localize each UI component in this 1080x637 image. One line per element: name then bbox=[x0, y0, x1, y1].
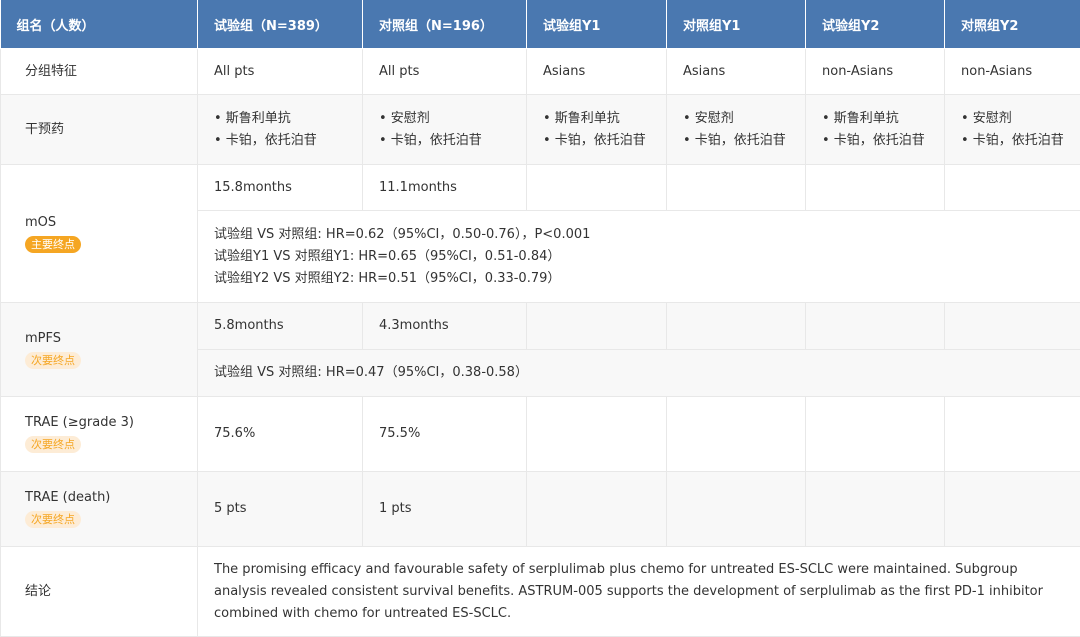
mpfs-label: mPFS bbox=[25, 328, 197, 350]
table-row-feature: 分组特征 All pts All pts Asians Asians non-A… bbox=[1, 49, 1080, 95]
conclusion-text: The promising efficacy and favourable sa… bbox=[198, 547, 1080, 637]
header-exp: 试验组（N=389） bbox=[198, 0, 363, 49]
cell bbox=[945, 397, 1080, 472]
row-label-trae3: TRAE (≥grade 3) 次要终点 bbox=[1, 397, 198, 472]
primary-endpoint-badge: 主要终点 bbox=[25, 236, 81, 253]
drug-line: • 安慰剂 bbox=[379, 108, 526, 130]
row-label-conclusion: 结论 bbox=[1, 547, 198, 637]
header-row: 组名（人数） 试验组（N=389） 对照组（N=196） 试验组Y1 对照组Y1… bbox=[1, 0, 1080, 49]
cell bbox=[527, 303, 667, 350]
header-ctl-y1: 对照组Y1 bbox=[667, 0, 806, 49]
cell bbox=[527, 165, 667, 211]
cell: 4.3months bbox=[363, 303, 527, 350]
cell: 75.6% bbox=[198, 397, 363, 472]
header-ctl: 对照组（N=196） bbox=[363, 0, 527, 49]
drug-line: • 安慰剂 bbox=[683, 108, 805, 130]
cell bbox=[806, 303, 945, 350]
cell: • 斯鲁利单抗• 卡铂，依托泊苷 bbox=[198, 95, 363, 165]
table-row-conclusion: 结论 The promising efficacy and favourable… bbox=[1, 547, 1080, 637]
cell bbox=[806, 165, 945, 211]
row-label-intervention: 干预药 bbox=[1, 95, 198, 165]
header-group-name: 组名（人数） bbox=[1, 0, 198, 49]
cell: 11.1months bbox=[363, 165, 527, 211]
cell bbox=[945, 165, 1080, 211]
cell bbox=[667, 472, 806, 547]
hr-note: 试验组Y2 VS 对照组Y2: HR=0.51（95%CI，0.33-0.79） bbox=[214, 268, 1080, 290]
table-row-trae3: TRAE (≥grade 3) 次要终点 75.6% 75.5% bbox=[1, 397, 1080, 472]
cell bbox=[527, 472, 667, 547]
drug-line: • 卡铂，依托泊苷 bbox=[379, 130, 526, 152]
row-label-mpfs: mPFS 次要终点 bbox=[1, 303, 198, 397]
cell: non-Asians bbox=[806, 49, 945, 95]
header-exp-y2: 试验组Y2 bbox=[806, 0, 945, 49]
cell: • 斯鲁利单抗• 卡铂，依托泊苷 bbox=[806, 95, 945, 165]
row-label-trae-death: TRAE (death) 次要终点 bbox=[1, 472, 198, 547]
cell: 75.5% bbox=[363, 397, 527, 472]
drug-line: • 斯鲁利单抗 bbox=[543, 108, 666, 130]
table-row-trae-death: TRAE (death) 次要终点 5 pts 1 pts bbox=[1, 472, 1080, 547]
header-ctl-y2: 对照组Y2 bbox=[945, 0, 1080, 49]
row-label-mos: mOS 主要终点 bbox=[1, 165, 198, 303]
secondary-endpoint-badge: 次要终点 bbox=[25, 511, 81, 528]
cell: • 安慰剂• 卡铂，依托泊苷 bbox=[945, 95, 1080, 165]
drug-line: • 安慰剂 bbox=[961, 108, 1080, 130]
cell: 15.8months bbox=[198, 165, 363, 211]
secondary-endpoint-badge: 次要终点 bbox=[25, 436, 81, 453]
cell bbox=[945, 303, 1080, 350]
cell: • 安慰剂• 卡铂，依托泊苷 bbox=[667, 95, 806, 165]
cell: 5 pts bbox=[198, 472, 363, 547]
cell: Asians bbox=[527, 49, 667, 95]
cell bbox=[806, 472, 945, 547]
cell bbox=[667, 303, 806, 350]
hr-note: 试验组Y1 VS 对照组Y1: HR=0.65（95%CI，0.51-0.84） bbox=[214, 246, 1080, 268]
table-row-mpfs: mPFS 次要终点 5.8months 4.3months bbox=[1, 303, 1080, 350]
drug-line: • 斯鲁利单抗 bbox=[214, 108, 362, 130]
row-label-feature: 分组特征 bbox=[1, 49, 198, 95]
table-row-intervention: 干预药 • 斯鲁利单抗• 卡铂，依托泊苷 • 安慰剂• 卡铂，依托泊苷 • 斯鲁… bbox=[1, 95, 1080, 165]
cell bbox=[806, 397, 945, 472]
mos-label: mOS bbox=[25, 212, 197, 234]
cell bbox=[527, 397, 667, 472]
drug-line: • 卡铂，依托泊苷 bbox=[543, 130, 666, 152]
cell: 1 pts bbox=[363, 472, 527, 547]
trae3-label: TRAE (≥grade 3) bbox=[25, 412, 197, 434]
cell bbox=[945, 472, 1080, 547]
cell: 5.8months bbox=[198, 303, 363, 350]
mpfs-hr-note: 试验组 VS 对照组: HR=0.47（95%CI，0.38-0.58） bbox=[198, 350, 1080, 397]
secondary-endpoint-badge: 次要终点 bbox=[25, 352, 81, 369]
drug-line: • 卡铂，依托泊苷 bbox=[683, 130, 805, 152]
drug-line: • 卡铂，依托泊苷 bbox=[822, 130, 944, 152]
cell: Asians bbox=[667, 49, 806, 95]
drug-line: • 斯鲁利单抗 bbox=[822, 108, 944, 130]
drug-line: • 卡铂，依托泊苷 bbox=[961, 130, 1080, 152]
cell: All pts bbox=[198, 49, 363, 95]
cell: non-Asians bbox=[945, 49, 1080, 95]
hr-note: 试验组 VS 对照组: HR=0.62（95%CI，0.50-0.76），P<0… bbox=[214, 224, 1080, 246]
cell: • 安慰剂• 卡铂，依托泊苷 bbox=[363, 95, 527, 165]
cell: • 斯鲁利单抗• 卡铂，依托泊苷 bbox=[527, 95, 667, 165]
cell: All pts bbox=[363, 49, 527, 95]
trae-death-label: TRAE (death) bbox=[25, 487, 197, 509]
cell bbox=[667, 165, 806, 211]
results-table: 组名（人数） 试验组（N=389） 对照组（N=196） 试验组Y1 对照组Y1… bbox=[0, 0, 1080, 637]
cell bbox=[667, 397, 806, 472]
table-row-mos: mOS 主要终点 15.8months 11.1months bbox=[1, 165, 1080, 211]
mos-hr-notes: 试验组 VS 对照组: HR=0.62（95%CI，0.50-0.76），P<0… bbox=[198, 211, 1080, 303]
header-exp-y1: 试验组Y1 bbox=[527, 0, 667, 49]
drug-line: • 卡铂，依托泊苷 bbox=[214, 130, 362, 152]
